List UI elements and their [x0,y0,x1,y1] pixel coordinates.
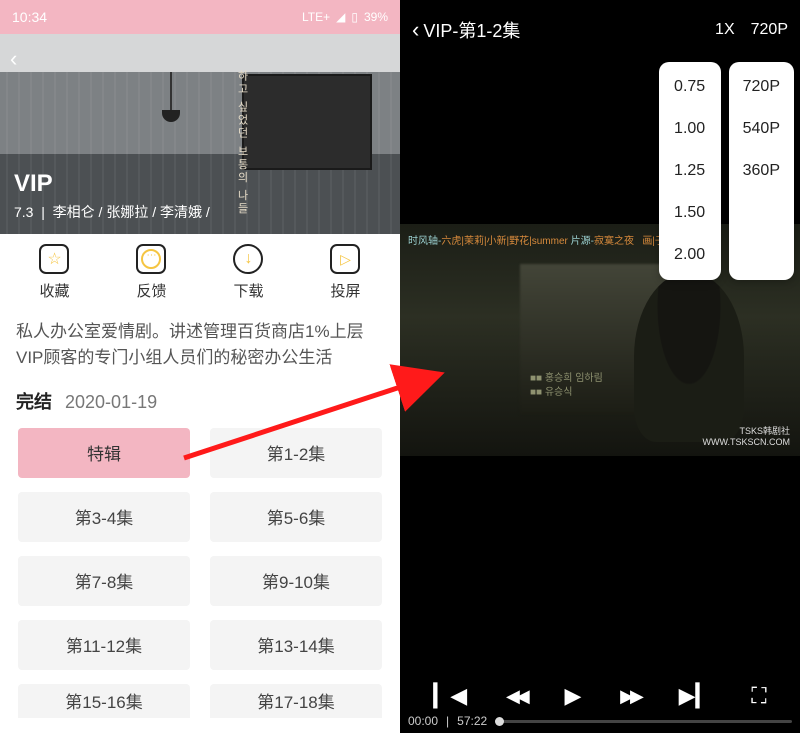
download-label: 下载 [233,280,263,301]
progress-bar-row: 00:00 | 57:22 [400,709,800,733]
hero-banner: ‹ 하고 싶었던 보통의 나들 VIP 7.3 | 李相仑 / 张娜拉 / 李清… [0,34,400,234]
cast-button[interactable]: 投屏 [330,244,360,301]
episode-button[interactable]: 第9-10集 [210,556,382,606]
feedback-icon [136,244,166,274]
quality-option[interactable]: 360P [729,150,794,192]
player-pane: ‹ VIP-第1-2集 1X 720P 0.751.001.251.502.00… [400,0,800,733]
time-current: 00:00 [408,714,438,728]
quality-toggle[interactable]: 720P [751,21,788,39]
player-topbar: ‹ VIP-第1-2集 1X 720P [400,0,800,60]
back-icon[interactable]: ‹ [10,46,17,72]
status-battery: 39% [364,10,388,24]
video-caption: ■■ 홍승희 임하림 ■■ 유승식 [530,372,603,400]
quality-option[interactable]: 720P [729,66,794,108]
time-total: 57:22 [457,714,487,728]
star-icon [39,244,69,274]
hero-rating: 7.3 [14,204,33,220]
episode-button[interactable]: 第7-8集 [18,556,190,606]
episode-grid: 特辑第1-2集第3-4集第5-6集第7-8集第9-10集第11-12集第13-1… [18,428,382,718]
rewind-button[interactable]: ◀◀ [506,686,526,707]
status-date: 2020-01-19 [65,392,157,412]
play-button[interactable]: ▶ [564,683,581,709]
seek-bar[interactable] [495,720,792,723]
chevron-left-icon: ‹ [412,17,419,43]
hero-korean-text: 하고 싶었던 보통의 나들 [234,70,250,215]
player-controls: ▎◀ ◀◀ ▶ ▶▶ ▶▎ ⛶ [400,683,800,709]
detail-pane: 10:34 LTE+ ◢ ▯ 39% ‹ 하고 싶었던 보통의 나들 VIP 7… [0,0,400,733]
speed-toggle[interactable]: 1X [715,21,735,39]
speed-option[interactable]: 2.00 [659,234,721,276]
battery-icon: ▯ [351,10,358,24]
hero-lamp [170,72,172,112]
episode-button[interactable]: 第15-16集 [18,684,190,718]
ov-c: 片源- [568,236,594,247]
speed-menu: 0.751.001.251.502.00 [659,62,721,280]
download-button[interactable]: 下载 [233,244,263,301]
favorite-label: 收藏 [39,280,69,301]
dropdown-menus: 0.751.001.251.502.00 720P540P360P [659,62,794,280]
speed-option[interactable]: 1.50 [659,192,721,234]
cast-label: 投屏 [330,280,360,301]
episode-area: 特辑第1-2集第3-4集第5-6集第7-8集第9-10集第11-12集第13-1… [0,428,400,733]
wm-b: WWW.TSKSCN.COM [703,437,791,448]
hero-title: VIP [14,170,53,198]
player-settings: 1X 720P [715,21,788,39]
ov-d: 寂寞之夜 [594,236,634,247]
player-back-button[interactable]: ‹ VIP-第1-2集 [412,17,520,43]
hero-ceiling [0,34,400,72]
episode-button[interactable]: 第13-14集 [210,620,382,670]
cap-a: ■■ 홍승희 임하림 [530,372,603,386]
favorite-button[interactable]: 收藏 [39,244,69,301]
player-title: VIP-第1-2集 [423,17,520,43]
forward-button[interactable]: ▶▶ [620,686,640,707]
status-right: LTE+ ◢ ▯ 39% [302,10,388,24]
status-label: 完结 [16,392,52,412]
speed-option[interactable]: 0.75 [659,66,721,108]
fullscreen-button[interactable]: ⛶ [751,683,766,709]
action-row: 收藏 反馈 下载 投屏 [0,234,400,313]
download-icon [233,244,263,274]
video-figure [634,272,744,442]
episode-button[interactable]: 特辑 [18,428,190,478]
wm-a: TSKS韩剧社 [703,426,791,437]
status-time: 10:34 [12,9,47,25]
ov-b: 六虎|茉莉|小新|野花|summer [441,236,568,247]
hero-cast: 李相仑 / 张娜拉 / 李清娥 / [53,204,210,220]
quality-menu: 720P540P360P [729,62,794,280]
cast-icon [330,244,360,274]
cap-b: ■■ 유승식 [530,386,603,400]
status-net: LTE+ [302,10,330,24]
seek-handle[interactable] [495,717,504,726]
ov-a: 时风轴- [408,236,441,247]
episode-button[interactable]: 第17-18集 [210,684,382,718]
signal-icon: ◢ [336,10,345,24]
feedback-button[interactable]: 反馈 [136,244,166,301]
quality-option[interactable]: 540P [729,108,794,150]
hero-window [242,74,372,170]
next-button[interactable]: ▶▎ [679,683,713,709]
description: 私人办公室爱情剧。讲述管理百货商店1%上层VIP顾客的专门小组人员们的秘密办公生… [0,313,400,378]
prev-button[interactable]: ▎◀ [433,683,467,709]
episode-button[interactable]: 第1-2集 [210,428,382,478]
status-row: 完结 2020-01-19 [0,378,400,428]
episode-button[interactable]: 第3-4集 [18,492,190,542]
speed-option[interactable]: 1.25 [659,150,721,192]
video-credits-overlay: 时风轴-六虎|茉莉|小新|野花|summer 片源-寂寞之夜 画|子家 [408,232,675,247]
time-sep: | [446,714,449,728]
episode-button[interactable]: 第11-12集 [18,620,190,670]
episode-button[interactable]: 第5-6集 [210,492,382,542]
speed-option[interactable]: 1.00 [659,108,721,150]
feedback-label: 反馈 [136,280,166,301]
hero-meta: 7.3 | 李相仑 / 张娜拉 / 李清娥 / [14,202,210,222]
status-bar: 10:34 LTE+ ◢ ▯ 39% [0,0,400,34]
watermark: TSKS韩剧社 WWW.TSKSCN.COM [703,426,791,448]
